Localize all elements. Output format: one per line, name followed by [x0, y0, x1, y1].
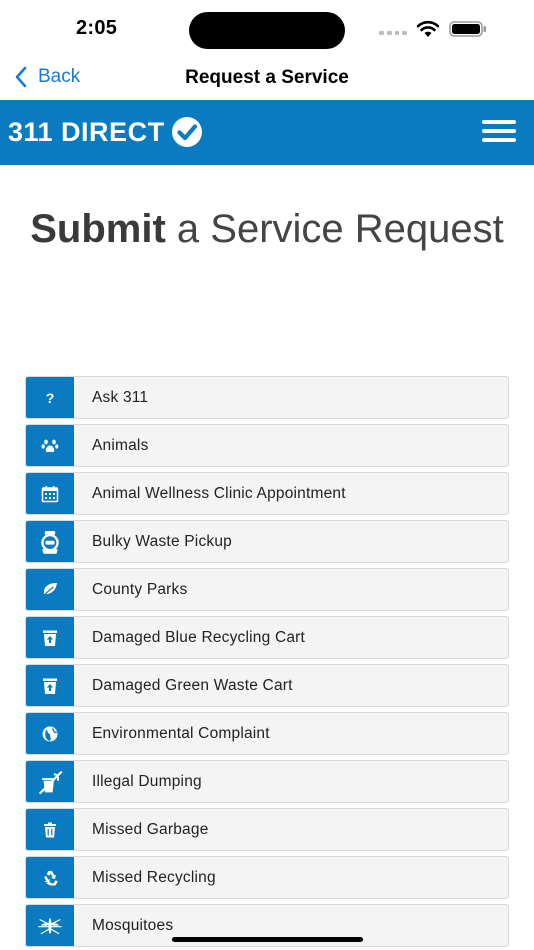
service-label: Bulky Waste Pickup: [92, 532, 232, 550]
question-icon: ?: [46, 390, 55, 406]
wifi-icon: [416, 20, 440, 37]
service-item-animal-wellness-clinic[interactable]: Animal Wellness Clinic Appointment: [25, 472, 509, 515]
service-label: County Parks: [92, 580, 188, 598]
calendar-icon: [41, 485, 59, 502]
brand-logo[interactable]: 311 DIRECT: [8, 116, 203, 148]
navigation-bar: Back Request a Service: [0, 54, 534, 100]
service-label: Mosquitoes: [92, 916, 174, 934]
service-label: Ask 311: [92, 388, 149, 406]
service-item-missed-recycling[interactable]: Missed Recycling: [25, 856, 509, 899]
hamburger-menu-icon[interactable]: [482, 120, 516, 144]
trash-icon: [44, 822, 56, 837]
recycle-icon: [44, 870, 58, 885]
dynamic-island: [189, 12, 345, 49]
service-item-damaged-blue-recycling-cart[interactable]: Damaged Blue Recycling Cart: [25, 616, 509, 659]
battery-icon: [449, 21, 486, 37]
service-item-environmental-complaint[interactable]: Environmental Complaint: [25, 712, 509, 755]
page-title: Submit a Service Request: [0, 204, 534, 255]
service-label: Missed Recycling: [92, 868, 216, 886]
status-bar: 2:05: [0, 0, 534, 54]
service-item-damaged-green-waste-cart[interactable]: Damaged Green Waste Cart: [25, 664, 509, 707]
home-indicator[interactable]: [172, 937, 363, 942]
service-label: Animal Wellness Clinic Appointment: [92, 484, 346, 502]
service-item-bulky-waste-pickup[interactable]: Bulky Waste Pickup: [25, 520, 509, 563]
service-item-illegal-dumping[interactable]: Illegal Dumping: [25, 760, 509, 803]
service-item-county-parks[interactable]: County Parks: [25, 568, 509, 611]
mosquito-icon: [38, 917, 62, 934]
globe-icon: [42, 726, 58, 741]
page-title-rest: a Service Request: [176, 207, 504, 251]
no-dumping-icon: [38, 770, 63, 794]
service-label: Illegal Dumping: [92, 772, 202, 790]
bulky-waste-icon: [41, 530, 59, 554]
cellular-signal-icon: [379, 31, 407, 36]
brand-header: 311 DIRECT: [0, 100, 534, 165]
service-label: Environmental Complaint: [92, 724, 270, 742]
cart-upload-icon: [43, 630, 57, 646]
service-item-missed-garbage[interactable]: Missed Garbage: [25, 808, 509, 851]
cart-upload-icon: [43, 678, 57, 694]
checkmark-circle-icon: [171, 117, 202, 147]
page-title-bold: Submit: [30, 207, 166, 251]
status-time: 2:05: [76, 17, 118, 39]
nav-title: Request a Service: [185, 67, 349, 88]
service-item-animals[interactable]: Animals: [25, 424, 509, 467]
service-label: Damaged Green Waste Cart: [92, 676, 293, 694]
service-label: Animals: [92, 436, 149, 454]
paw-icon: [41, 439, 59, 452]
service-label: Missed Garbage: [92, 820, 209, 838]
leaf-icon: [41, 582, 57, 598]
svg-text:?: ?: [46, 390, 55, 406]
service-label: Damaged Blue Recycling Cart: [92, 628, 306, 646]
brand-logo-text: 311 DIRECT: [8, 116, 165, 147]
service-list: ? Ask 311 Animals Animal Wellness Clinic…: [25, 376, 509, 950]
service-item-ask-311[interactable]: ? Ask 311: [25, 376, 509, 419]
